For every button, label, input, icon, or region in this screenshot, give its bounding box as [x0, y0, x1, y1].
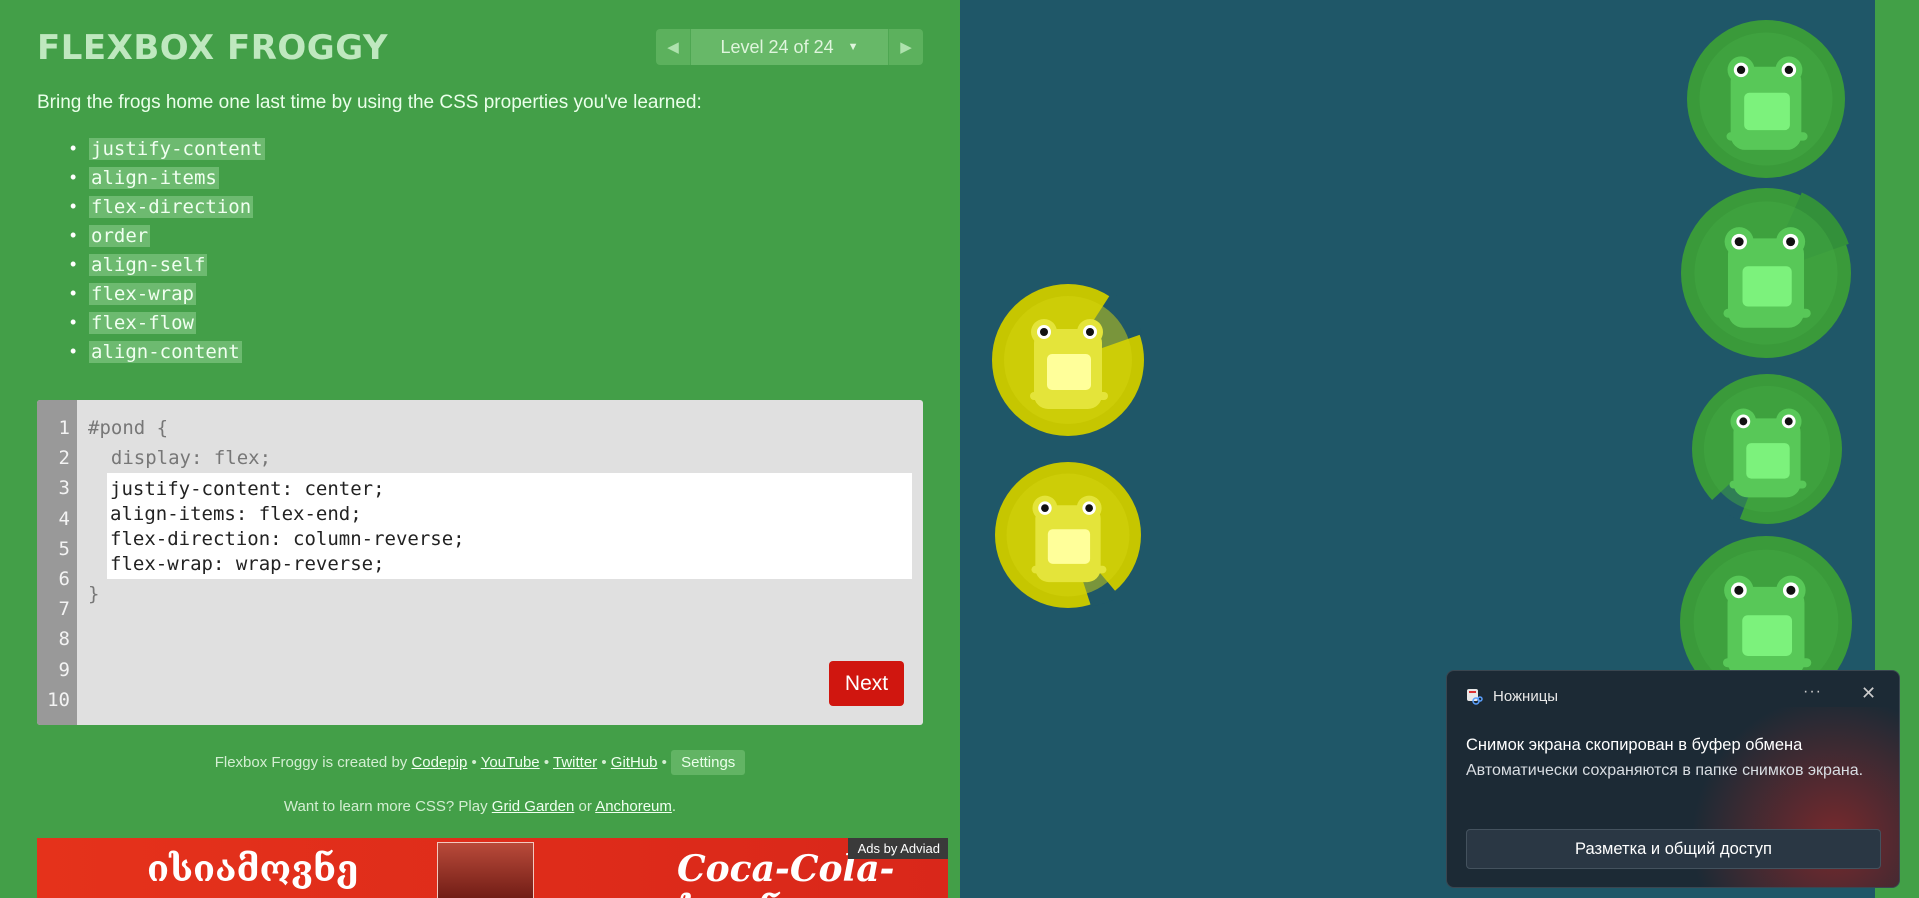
ad-label[interactable]: Ads by Adviad: [847, 838, 948, 859]
property-code[interactable]: flex-flow: [89, 311, 196, 334]
toast-headline: Снимок экрана скопирован в буфер обмена: [1466, 736, 1803, 754]
separator: •: [471, 754, 477, 771]
line-number: 8: [58, 628, 70, 651]
twitter-link[interactable]: Twitter: [553, 754, 597, 771]
credits-line: Flexbox Froggy is created by Codepip • Y…: [37, 750, 923, 775]
list-item: flex-direction: [70, 192, 265, 221]
code-selector-line: #pond {: [88, 417, 169, 439]
green-frog-lilypad: [1687, 20, 1845, 178]
ad-bottle-image: [437, 842, 534, 898]
css-input-textarea[interactable]: justify-content: center; align-items: fl…: [107, 473, 912, 579]
learn-more-line: Want to learn more CSS? Play Grid Garden…: [37, 798, 923, 815]
line-number: 10: [47, 688, 70, 711]
grid-garden-link[interactable]: Grid Garden: [492, 798, 575, 815]
separator: •: [661, 754, 667, 771]
chevron-down-icon: ▼: [847, 41, 859, 53]
ellipsis-icon[interactable]: ···: [1803, 683, 1822, 701]
property-code[interactable]: flex-direction: [89, 195, 254, 218]
property-code[interactable]: order: [89, 224, 151, 247]
youtube-link[interactable]: YouTube: [481, 754, 540, 771]
code-closing-brace: }: [88, 583, 100, 605]
snipping-tool-notification[interactable]: Ножницы ··· ✕ Снимок экрана скопирован в…: [1446, 670, 1900, 888]
learn-more-suffix: .: [671, 798, 677, 815]
input-line: justify-content: center;: [110, 478, 385, 500]
property-code[interactable]: flex-wrap: [89, 282, 196, 305]
ad-slogan: ისიამოვნე: [147, 848, 359, 890]
level-dropdown[interactable]: Level 24 of 24 ▼: [690, 29, 889, 65]
input-line: flex-direction: column-reverse;: [110, 528, 465, 550]
property-code[interactable]: justify-content: [89, 137, 265, 160]
separator: •: [543, 754, 550, 771]
previous-level-icon[interactable]: ◀: [656, 29, 690, 65]
line-number: 3: [58, 477, 70, 500]
toast-header: Ножницы: [1466, 688, 1558, 705]
advertisement-banner[interactable]: ისიამოვნე Coca-Cola-სთან Ads by Adviad: [37, 838, 948, 898]
green-frog-lilypad: [1681, 188, 1851, 358]
yellow-frog-lilypad: [995, 462, 1141, 608]
property-code[interactable]: align-items: [89, 166, 219, 189]
toast-app-name: Ножницы: [1493, 688, 1559, 705]
separator: •: [601, 754, 607, 771]
app-title: FLEXBOX FROGGY: [37, 28, 388, 68]
line-number: 7: [58, 598, 70, 621]
property-code[interactable]: align-content: [89, 340, 242, 363]
line-number-gutter: 1 2 3 4 5 6 7 8 9 10: [37, 400, 77, 725]
property-code[interactable]: align-self: [89, 253, 208, 276]
line-number: 4: [58, 507, 70, 530]
learn-more-or: or: [578, 798, 592, 815]
markup-and-share-button[interactable]: Разметка и общий доступ: [1466, 829, 1881, 869]
anchoreum-link[interactable]: Anchoreum: [595, 798, 672, 815]
next-level-icon[interactable]: ▶: [889, 29, 923, 65]
list-item: align-content: [70, 337, 265, 366]
input-line: flex-wrap: wrap-reverse;: [110, 553, 385, 575]
line-number: 1: [58, 417, 70, 439]
level-navigator: ◀ Level 24 of 24 ▼ ▶: [656, 29, 923, 65]
instructions-panel: FLEXBOX FROGGY ◀ Level 24 of 24 ▼ ▶ Brin…: [0, 0, 960, 898]
next-button[interactable]: Next: [829, 661, 904, 706]
list-item: align-items: [70, 163, 265, 192]
settings-button[interactable]: Settings: [671, 750, 746, 775]
close-icon[interactable]: ✕: [1861, 683, 1876, 704]
codepip-link[interactable]: Codepip: [411, 754, 467, 771]
level-instructions: Bring the frogs home one last time by us…: [37, 92, 702, 113]
github-link[interactable]: GitHub: [611, 754, 658, 771]
yellow-frog-lilypad: [992, 284, 1144, 436]
line-number: 6: [58, 567, 70, 590]
credits-prefix: Flexbox Froggy is created by: [214, 754, 408, 771]
line-number: 9: [58, 658, 70, 681]
list-item: align-self: [70, 250, 265, 279]
css-editor: 1 2 3 4 5 6 7 8 9 10 #pond { display: fl…: [37, 400, 923, 725]
code-display-line: display: flex;: [88, 447, 272, 469]
learn-more-prefix: Want to learn more CSS? Play: [283, 798, 488, 815]
list-item: justify-content: [70, 134, 265, 163]
level-label: Level 24 of 24: [720, 36, 834, 57]
green-frog-lilypad: [1692, 374, 1842, 524]
input-line: align-items: flex-end;: [110, 503, 362, 525]
property-list: justify-content align-items flex-directi…: [70, 134, 265, 366]
scissors-icon: [1466, 688, 1483, 705]
list-item: flex-flow: [70, 308, 265, 337]
line-number: 2: [58, 447, 70, 470]
list-item: flex-wrap: [70, 279, 265, 308]
line-number: 5: [58, 537, 70, 560]
toast-body: Автоматически сохраняются в папке снимко…: [1466, 762, 1864, 779]
list-item: order: [70, 221, 265, 250]
